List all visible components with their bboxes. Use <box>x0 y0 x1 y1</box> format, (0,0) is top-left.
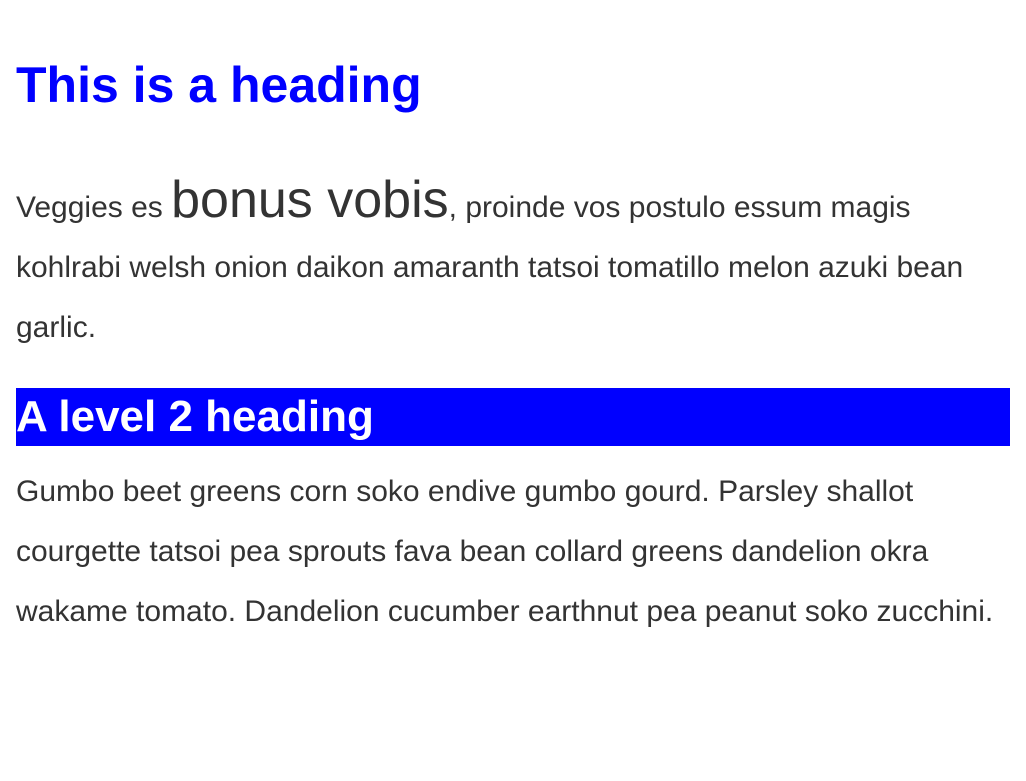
paragraph-1-before: Veggies es <box>16 191 171 224</box>
paragraph-1: Veggies es bonus vobis, proinde vos post… <box>16 174 1010 358</box>
paragraph-1-emphasis: bonus vobis <box>171 171 449 229</box>
page-heading-2: A level 2 heading <box>16 388 1010 446</box>
paragraph-2: Gumbo beet greens corn soko endive gumbo… <box>16 462 1010 642</box>
page-heading-1: This is a heading <box>16 56 1010 114</box>
